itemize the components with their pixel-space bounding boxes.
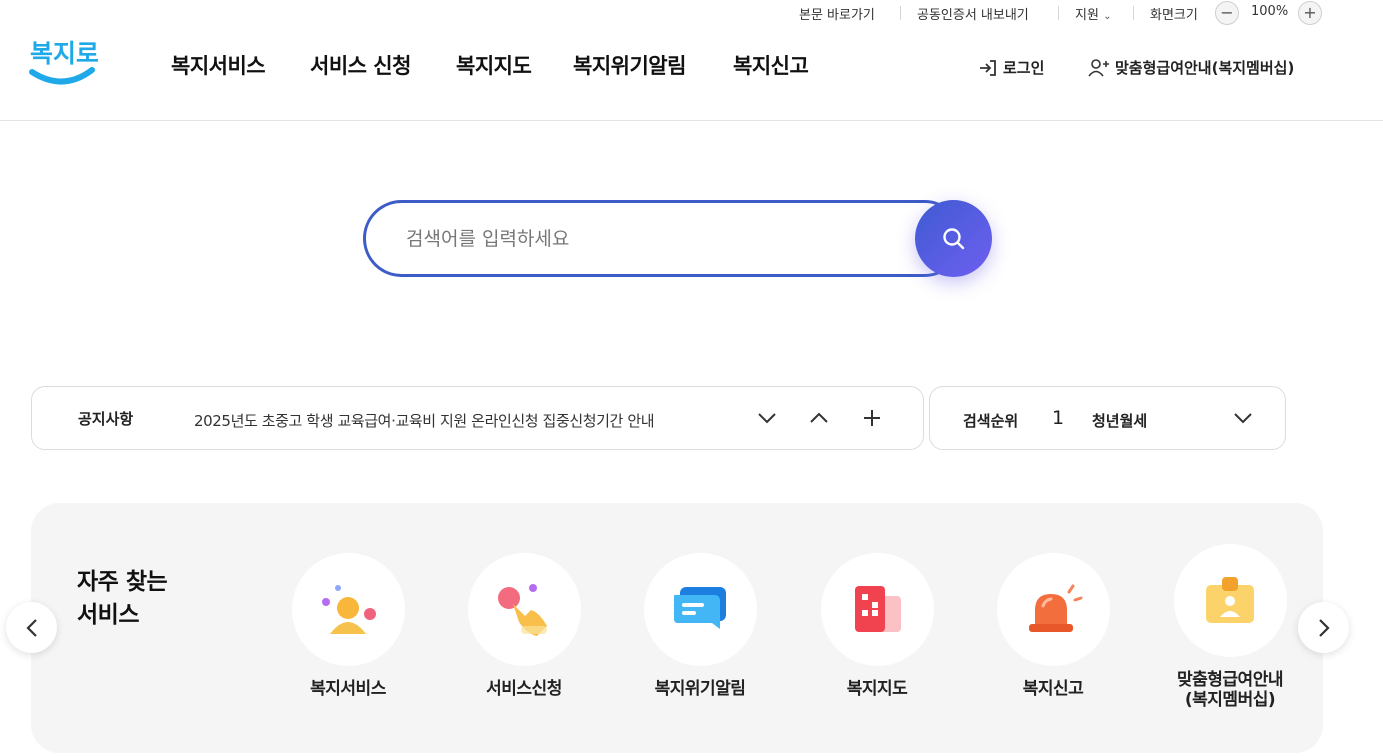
id-card-icon <box>1206 576 1254 623</box>
user-add-icon <box>1088 58 1109 77</box>
notice-text-link[interactable]: 2025년도 초중고 학생 교육급여·교육비 지원 온라인신청 집중신청기간 안… <box>194 410 655 431</box>
plus-icon: + <box>1303 3 1317 22</box>
utility-bar: 본문 바로가기 공동인증서 내보내기 지원 ⌄ 화면크기 − 100% + <box>0 0 1383 26</box>
service-item-welfare-crisis-alert[interactable]: 복지위기알림 <box>610 553 790 699</box>
service-item-welfare-map[interactable]: 복지지도 <box>787 553 967 699</box>
nav-service-apply[interactable]: 서비스 신청 <box>310 50 411 80</box>
title-line-2: 서비스 <box>77 602 139 628</box>
divider <box>900 6 901 20</box>
notice-next-button[interactable] <box>752 403 782 433</box>
person-icon <box>322 584 376 634</box>
ranking-number: 1 <box>1052 407 1065 429</box>
header-divider <box>0 120 1383 121</box>
login-link[interactable]: 로그인 <box>978 57 1044 78</box>
search-icon <box>942 227 964 249</box>
service-label-line-1: 맞춤형급여안내 <box>1177 670 1283 690</box>
search-button[interactable] <box>915 200 992 277</box>
login-label: 로그인 <box>1003 59 1045 77</box>
search-input[interactable] <box>406 223 886 255</box>
service-item-membership[interactable]: 맞춤형급여안내 (복지멤버십) <box>1140 544 1320 710</box>
search-box <box>363 200 963 277</box>
membership-label: 맞춤형급여안내(복지멤버십) <box>1115 59 1295 77</box>
chevron-down-icon <box>758 413 776 424</box>
service-icon-circle <box>467 553 581 666</box>
frequent-services-title: 자주 찾는 서비스 <box>77 566 168 632</box>
logo-text: 복지로 <box>30 39 98 68</box>
skip-to-content-link[interactable]: 본문 바로가기 <box>799 4 875 23</box>
notice-prev-button[interactable] <box>804 403 834 433</box>
site-logo[interactable]: 복지로 <box>28 30 99 92</box>
service-label: 복지위기알림 <box>654 679 746 699</box>
chevron-down-icon <box>1234 413 1252 424</box>
service-icon-circle <box>643 553 757 666</box>
service-label-line-2: (복지멤버십) <box>1184 690 1276 710</box>
service-label: 서비스신청 <box>486 679 562 699</box>
service-label: 복지지도 <box>846 679 908 699</box>
membership-link[interactable]: 맞춤형급여안내(복지멤버십) <box>1088 57 1294 78</box>
service-item-welfare-report[interactable]: 복지신고 <box>963 553 1143 699</box>
carousel-prev-button[interactable] <box>6 602 57 653</box>
chevron-down-icon: ⌄ <box>1103 11 1112 22</box>
service-item-welfare-service[interactable]: 복지서비스 <box>258 553 438 699</box>
nav-welfare-service[interactable]: 복지서비스 <box>171 50 266 80</box>
service-icon-circle <box>820 553 934 666</box>
divider <box>1058 6 1059 20</box>
zoom-in-button[interactable]: + <box>1298 1 1322 25</box>
notice-bar: 공지사항 2025년도 초중고 학생 교육급여·교육비 지원 온라인신청 집중신… <box>31 386 924 450</box>
service-label: 복지신고 <box>1022 679 1084 699</box>
divider <box>1133 6 1134 20</box>
ranking-term-link[interactable]: 청년월세 <box>1092 410 1147 431</box>
service-item-service-apply[interactable]: 서비스신청 <box>434 553 614 699</box>
zoom-value: 100% <box>1251 4 1289 19</box>
chevron-up-icon <box>810 412 828 423</box>
cert-export-link[interactable]: 공동인증서 내보내기 <box>917 4 1029 23</box>
logo-mark: 복지로 <box>29 39 99 85</box>
message-icon <box>674 586 726 629</box>
service-icon-circle <box>291 553 405 666</box>
nav-welfare-crisis-alert[interactable]: 복지위기알림 <box>573 50 686 80</box>
siren-icon <box>1029 584 1083 632</box>
minus-icon: − <box>1220 3 1234 22</box>
zoom-label: 화면크기 <box>1150 8 1198 23</box>
nav-welfare-map[interactable]: 복지지도 <box>456 50 532 80</box>
notice-label: 공지사항 <box>78 410 134 428</box>
login-icon <box>980 59 996 76</box>
service-label: 맞춤형급여안내 (복지멤버십) <box>1140 670 1320 710</box>
plus-icon <box>864 410 880 426</box>
notice-more-button[interactable] <box>857 403 887 433</box>
chevron-left-icon <box>25 618 37 637</box>
ranking-expand-button[interactable] <box>1228 403 1258 433</box>
support-label: 지원 <box>1075 8 1099 23</box>
search-ranking-bar: 검색순위 1 청년월세 <box>929 386 1286 450</box>
hand-click-icon <box>498 583 547 636</box>
service-icon-circle <box>996 553 1110 666</box>
service-label: 복지서비스 <box>310 679 386 699</box>
zoom-out-button[interactable]: − <box>1215 1 1239 25</box>
building-icon <box>855 585 901 632</box>
service-icon-circle <box>1173 544 1287 657</box>
ranking-label: 검색순위 <box>963 412 1019 430</box>
title-line-1: 자주 찾는 <box>77 569 168 595</box>
nav-welfare-report[interactable]: 복지신고 <box>733 50 809 80</box>
support-menu[interactable]: 지원 ⌄ <box>1075 4 1111 23</box>
